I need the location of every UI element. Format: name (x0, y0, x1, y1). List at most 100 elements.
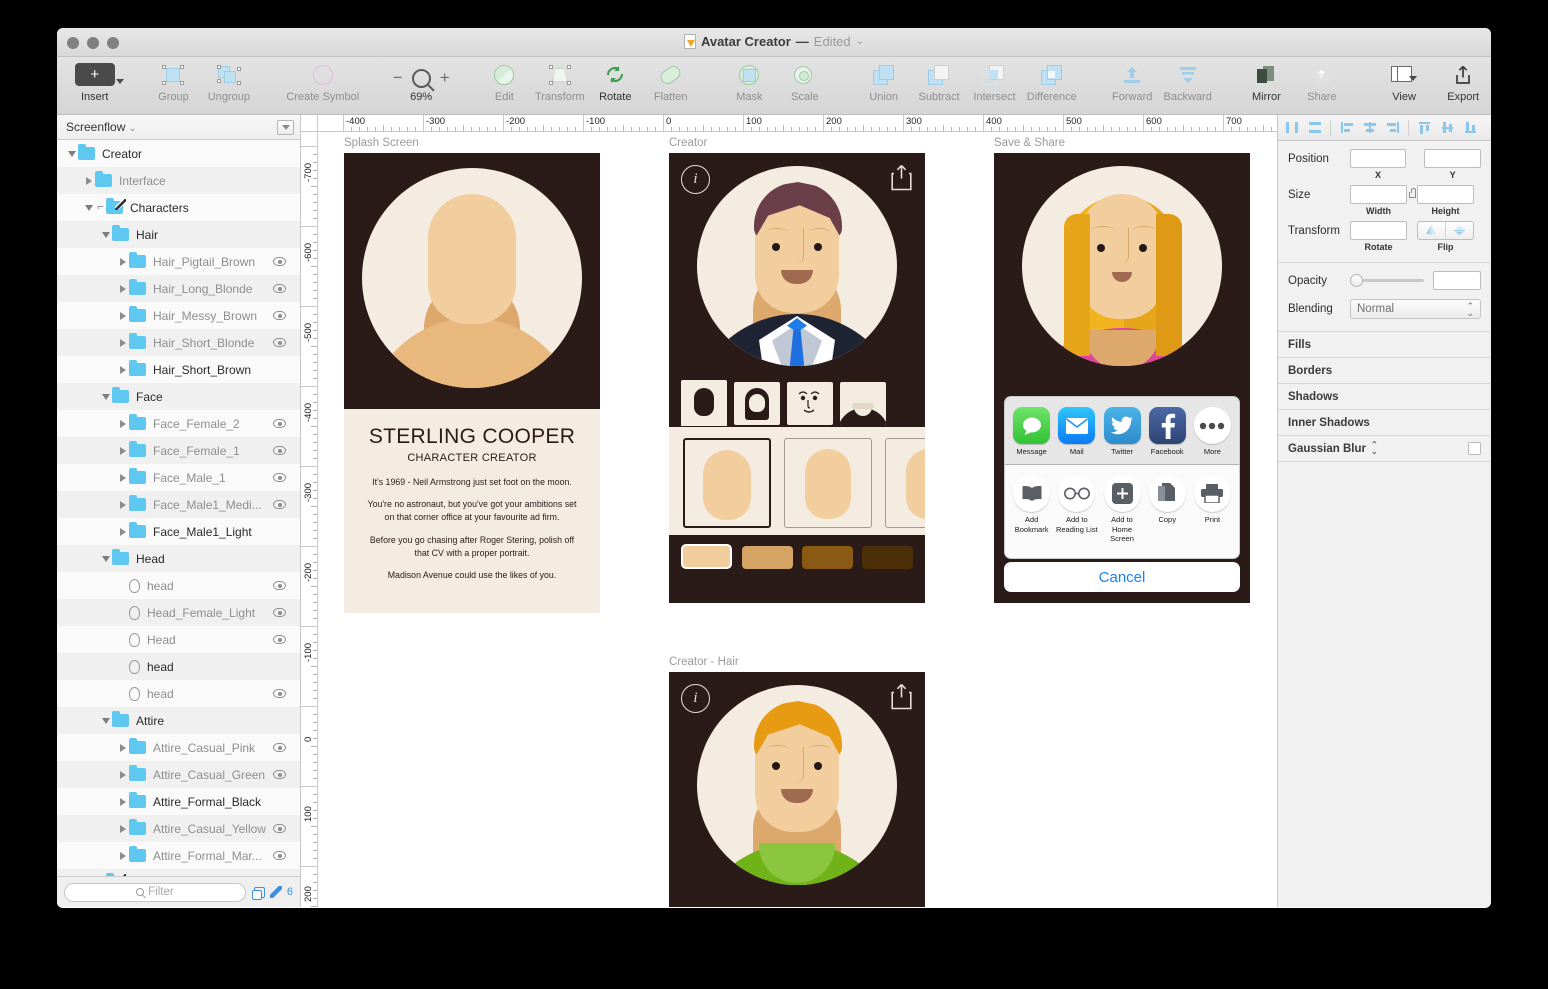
toolbar-share-button[interactable]: Share (1294, 57, 1349, 103)
skin-swatch[interactable] (802, 546, 853, 569)
size-height-input[interactable] (1417, 185, 1474, 204)
share-app-message[interactable]: Message (1009, 407, 1054, 456)
toolbar-ungroup-button[interactable]: Ungroup (201, 57, 256, 103)
visibility-eye-icon[interactable] (273, 473, 286, 482)
flip-horizontal-icon[interactable] (1418, 222, 1445, 239)
variant-option-selected[interactable] (683, 438, 771, 528)
chevron-down-icon[interactable]: ⌄ (128, 123, 136, 134)
disclosure-triangle[interactable] (116, 338, 129, 347)
share-app-facebook[interactable]: Facebook (1145, 407, 1190, 456)
head-tab[interactable] (681, 380, 727, 426)
disclosure-triangle[interactable] (116, 311, 129, 320)
toolbar-insert-button[interactable]: + Insert (67, 57, 124, 103)
creator-skin-swatches[interactable] (669, 535, 925, 603)
toolbar-rotate-button[interactable]: Rotate (588, 57, 643, 103)
duplicate-icon[interactable] (251, 886, 265, 900)
toolbar-mirror-button[interactable]: Mirror (1239, 57, 1294, 103)
layer-row[interactable]: Hair_Messy_Brown (57, 302, 300, 329)
share-icon[interactable] (890, 683, 913, 710)
layer-row[interactable]: Hair_Long_Blonde (57, 275, 300, 302)
share-action-copy-pages[interactable]: Copy (1145, 475, 1190, 524)
toolbar-intersect-button[interactable]: Intersect (967, 57, 1022, 103)
align-left-icon[interactable] (1336, 119, 1357, 137)
toolbar-group-button[interactable]: Group (146, 57, 201, 103)
layer-row[interactable]: Attire_Formal_Mar... (57, 842, 300, 869)
align-right-icon[interactable] (1382, 119, 1403, 137)
chevron-updown-icon[interactable]: ⌃ ⌄ (1371, 440, 1378, 456)
align-distribute-horizontal-icon[interactable] (1281, 119, 1302, 137)
toolbar-subtract-button[interactable]: Subtract (911, 57, 966, 103)
layer-row[interactable]: Face_Male1_Medi... (57, 491, 300, 518)
visibility-eye-icon[interactable] (273, 284, 286, 293)
gaussian-blur-section-header[interactable]: Gaussian Blur ⌃ ⌄ (1278, 436, 1491, 462)
align-center-icon[interactable] (1359, 119, 1380, 137)
disclosure-triangle[interactable] (116, 257, 129, 266)
fills-section-header[interactable]: Fills (1278, 332, 1491, 358)
layer-row[interactable]: Face_Female_2 (57, 410, 300, 437)
disclosure-triangle[interactable] (116, 419, 129, 428)
screenflow-options-button[interactable] (277, 119, 294, 135)
visibility-eye-icon[interactable] (273, 851, 286, 860)
share-apps-row[interactable]: Message Mail Twitter Facebook More (1005, 397, 1239, 464)
disclosure-triangle[interactable] (116, 851, 129, 860)
visibility-eye-icon[interactable] (273, 824, 286, 833)
align-bottom-icon[interactable] (1460, 119, 1481, 137)
design-canvas[interactable]: Splash Screen STERLING COOPER CHARACTER … (318, 132, 1277, 907)
save-share-frame[interactable]: Message Mail Twitter Facebook More Add Bookma… (994, 153, 1250, 603)
layer-row[interactable]: Attire_Formal_Black (57, 788, 300, 815)
zoom-out-icon[interactable]: − (393, 68, 403, 88)
artboard-splash-screen[interactable]: Splash Screen STERLING COOPER CHARACTER … (344, 137, 600, 613)
disclosure-triangle[interactable] (82, 204, 95, 211)
layer-row[interactable]: Hair_Pigtail_Brown (57, 248, 300, 275)
disclosure-triangle[interactable] (99, 231, 112, 238)
layer-row[interactable]: Attire_Casual_Yellow (57, 815, 300, 842)
visibility-eye-icon[interactable] (273, 311, 286, 320)
layer-row[interactable]: Face (57, 383, 300, 410)
alignment-toolbar[interactable] (1278, 115, 1491, 141)
share-action-plus-square[interactable]: Add to Home Screen (1099, 475, 1144, 543)
creator-frame[interactable]: i (669, 153, 925, 603)
visibility-eye-icon[interactable] (273, 770, 286, 779)
visibility-eye-icon[interactable] (273, 689, 286, 698)
horizontal-ruler[interactable]: -400-300-200-100010020030040050060070080… (301, 115, 1277, 132)
filter-input[interactable]: Filter (64, 882, 246, 902)
gaussian-blur-checkbox[interactable] (1468, 442, 1481, 455)
share-app-more[interactable]: More (1190, 407, 1235, 456)
share-action-bookmark-book[interactable]: Add Bookmark (1009, 475, 1054, 534)
shadows-section-header[interactable]: Shadows (1278, 384, 1491, 410)
disclosure-triangle[interactable] (116, 473, 129, 482)
toolbar-difference-button[interactable]: Difference (1022, 57, 1081, 103)
layer-row[interactable]: Attire (57, 707, 300, 734)
variant-option[interactable] (784, 438, 872, 528)
layer-row[interactable]: Head (57, 545, 300, 572)
toolbar-create-symbol-button[interactable]: Create Symbol (280, 57, 366, 103)
disclosure-triangle[interactable] (116, 284, 129, 293)
flip-buttons[interactable] (1417, 221, 1474, 240)
visibility-eye-icon[interactable] (273, 500, 286, 509)
lock-aspect-icon[interactable] (1407, 187, 1417, 198)
disclosure-triangle[interactable] (116, 446, 129, 455)
variant-option[interactable] (885, 438, 925, 528)
layer-row[interactable]: Face_Male_1 (57, 464, 300, 491)
info-button[interactable]: i (681, 684, 710, 713)
layer-row[interactable]: head (57, 680, 300, 707)
layer-row[interactable]: Face_Female_1 (57, 437, 300, 464)
toolbar-forward-button[interactable]: Forward (1105, 57, 1160, 103)
share-app-twitter[interactable]: Twitter (1099, 407, 1144, 456)
share-actions-row[interactable]: Add Bookmark Add to Reading List Add to Home … (1005, 465, 1239, 558)
disclosure-triangle[interactable] (116, 770, 129, 779)
hair-tab[interactable] (734, 382, 780, 425)
size-width-input[interactable] (1350, 185, 1407, 204)
layer-row[interactable]: Attire_Casual_Green (57, 761, 300, 788)
share-icon[interactable] (890, 164, 913, 191)
rotate-input[interactable] (1350, 221, 1407, 240)
borders-section-header[interactable]: Borders (1278, 358, 1491, 384)
visibility-eye-icon[interactable] (273, 743, 286, 752)
share-app-mail[interactable]: Mail (1054, 407, 1099, 456)
search-icon[interactable] (411, 68, 431, 88)
disclosure-triangle[interactable] (116, 797, 129, 806)
attire-tab[interactable] (840, 382, 886, 425)
layer-row[interactable]: Head_Female_Light (57, 599, 300, 626)
toolbar-view-button[interactable]: View (1373, 57, 1436, 103)
visibility-eye-icon[interactable] (273, 608, 286, 617)
